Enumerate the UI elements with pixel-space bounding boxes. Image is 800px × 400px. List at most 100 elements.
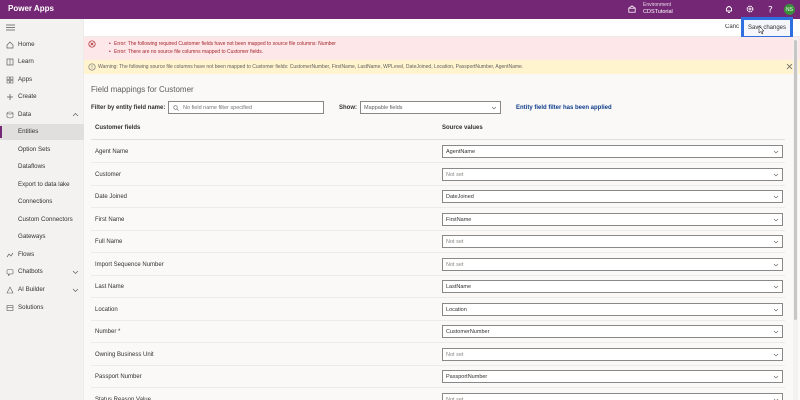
sidebar-item-entities[interactable]: Entities xyxy=(0,124,84,140)
table-row: Import Sequence Number Not set xyxy=(91,254,785,276)
source-value: CustomerNumber xyxy=(446,329,490,335)
main-content: Cancel Save changes Error: The following… xyxy=(84,17,800,400)
column-header-source-values: Source values xyxy=(442,125,483,131)
table-row: Passport Number PassportNumber xyxy=(91,366,785,388)
sidebar-item-label: Apps xyxy=(18,76,33,83)
sidebar-item-label: Entities xyxy=(18,128,39,135)
gear-icon[interactable] xyxy=(745,4,755,14)
bell-icon[interactable] xyxy=(724,4,734,14)
sidebar-item-custom-connectors[interactable]: Custom Connectors xyxy=(0,212,84,228)
chevron-down-icon xyxy=(773,353,779,356)
chevron-down-icon xyxy=(491,106,497,110)
customer-field-name: Location xyxy=(95,306,118,313)
customer-field-name: Owning Business Unit xyxy=(95,351,154,358)
sidebar-item-label: Gateways xyxy=(18,233,46,240)
avatar[interactable]: NS xyxy=(784,4,795,15)
source-value-dropdown[interactable]: LastName xyxy=(442,280,783,293)
table-row: Location Location xyxy=(91,299,785,321)
customer-field-name: Full Name xyxy=(95,239,123,245)
source-value: Location xyxy=(446,306,467,313)
source-value-dropdown[interactable]: Not set xyxy=(442,167,783,181)
search-icon xyxy=(173,105,179,111)
source-value-dropdown[interactable]: FirstName xyxy=(442,212,783,226)
chevron-down-icon xyxy=(773,150,779,154)
chatbot-icon xyxy=(6,269,14,276)
source-value-dropdown[interactable]: Location xyxy=(442,302,783,316)
sidebar-item-home[interactable]: Home xyxy=(0,37,84,53)
book-icon xyxy=(6,58,14,66)
warning-icon xyxy=(88,63,96,71)
source-value-dropdown[interactable]: Not set xyxy=(442,235,783,248)
source-value-dropdown[interactable]: CustomerNumber xyxy=(442,325,783,338)
save-changes-button[interactable]: Save changes xyxy=(741,17,793,39)
sidebar-item-flows[interactable]: Flows xyxy=(0,247,84,263)
table-row: First Name FirstName xyxy=(91,209,785,231)
table-row: Agent Name AgentName xyxy=(91,141,785,163)
sidebar-item-label: Chatbots xyxy=(18,268,43,275)
sidebar-item-connections[interactable]: Connections xyxy=(0,194,84,210)
table-row: Full Name Not set xyxy=(91,231,785,253)
chevron-down-icon xyxy=(72,270,79,274)
app-title[interactable]: Power Apps xyxy=(8,4,54,13)
sidebar-item-label: Export to data lake xyxy=(18,181,70,188)
source-value-dropdown[interactable]: Not set xyxy=(442,257,783,271)
show-dropdown[interactable]: Mappable fields xyxy=(360,101,501,114)
table-row: Owning Business Unit Not set xyxy=(91,344,785,366)
sidebar-item-label: Connections xyxy=(18,198,53,205)
source-value-dropdown[interactable]: DateJoined xyxy=(442,190,783,203)
customer-field-name: Date Joined xyxy=(95,194,128,200)
cancel-button[interactable]: Cancel xyxy=(725,24,739,30)
warning-message: Warning: The following source file colum… xyxy=(98,64,524,70)
source-value-dropdown[interactable]: AgentName xyxy=(442,145,783,158)
environment-picker[interactable]: Environment CDSTutorial xyxy=(643,2,673,16)
environment-label: Environment xyxy=(643,2,672,8)
sidebar-item-create[interactable]: Create xyxy=(0,89,84,105)
field-name-filter[interactable] xyxy=(168,101,324,114)
show-label: Show: xyxy=(339,105,357,111)
sidebar-item-export-to-data-lake[interactable]: Export to data lake xyxy=(0,177,84,193)
sidebar-item-option-sets[interactable]: Option Sets xyxy=(0,142,84,158)
close-icon[interactable] xyxy=(786,63,793,70)
field-name-filter-input[interactable] xyxy=(183,103,321,113)
sidebar-item-label: Learn xyxy=(18,58,34,65)
sidebar-item-label: Solutions xyxy=(18,304,44,311)
flow-icon xyxy=(6,252,14,258)
sidebar-item-apps[interactable]: Apps xyxy=(0,72,84,88)
sidebar-item-data[interactable]: Data xyxy=(0,107,84,123)
error-message: Error: There are no source file columns … xyxy=(109,49,263,55)
source-value-dropdown[interactable]: Not set xyxy=(442,347,783,361)
help-icon[interactable]: ? xyxy=(765,4,775,15)
source-value-dropdown[interactable]: PassportNumber xyxy=(442,370,783,383)
plus-icon xyxy=(7,94,13,100)
table-row: Status Reason Value Not set xyxy=(91,389,785,400)
table-row: Customer Not set xyxy=(91,164,785,186)
source-value: Not set xyxy=(446,261,464,268)
sidebar-item-chatbots[interactable]: Chatbots xyxy=(0,264,84,280)
sidebar-item-ai-builder[interactable]: AI Builder xyxy=(0,282,84,298)
filter-applied-message: Entity field filter has been applied xyxy=(516,105,612,111)
source-value: DateJoined xyxy=(446,194,474,200)
svg-text:?: ? xyxy=(768,6,773,15)
ai-builder-icon xyxy=(6,286,14,294)
source-value: Not set xyxy=(446,351,464,358)
sidebar-item-label: Flows xyxy=(18,251,35,258)
sidebar-item-label: Dataflows xyxy=(18,163,46,170)
source-value: Not set xyxy=(446,396,464,400)
chevron-up-icon xyxy=(72,113,79,117)
environment-icon xyxy=(628,5,636,13)
show-dropdown-value: Mappable fields xyxy=(364,105,403,111)
chevron-down-icon xyxy=(773,173,779,176)
sidebar-item-solutions[interactable]: Solutions xyxy=(0,300,84,316)
error-icon xyxy=(88,40,96,48)
sidebar-item-learn[interactable]: Learn xyxy=(0,54,84,70)
customer-field-name: Import Sequence Number xyxy=(95,261,164,268)
table-row: Number * CustomerNumber xyxy=(91,321,785,343)
chevron-down-icon xyxy=(773,240,779,244)
source-value: LastName xyxy=(446,284,472,290)
source-value-dropdown[interactable]: Not set xyxy=(442,392,783,400)
sidebar-item-dataflows[interactable]: Dataflows xyxy=(0,159,84,175)
sidebar-item-gateways[interactable]: Gateways xyxy=(0,229,84,245)
scrollbar-thumb[interactable] xyxy=(794,40,797,320)
error-message: Error: The following required Customer f… xyxy=(109,41,336,47)
hamburger-menu-icon[interactable] xyxy=(6,24,15,31)
